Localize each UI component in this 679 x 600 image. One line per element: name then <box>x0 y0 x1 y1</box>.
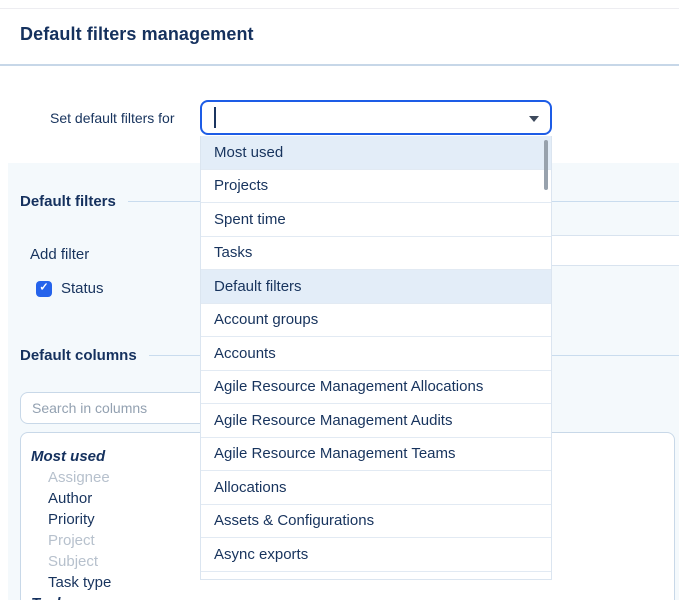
dropdown-option-projects[interactable]: Projects <box>201 170 551 204</box>
dropdown-option-agile-rm-allocations[interactable]: Agile Resource Management Allocations <box>201 371 551 405</box>
columns-group-title-tasks: Tasks <box>31 593 674 600</box>
dropdown-option-default-filters[interactable]: Default filters <box>201 270 551 304</box>
page-title: Default filters management <box>20 24 254 45</box>
text-cursor <box>214 107 216 128</box>
default-columns-heading: Default columns <box>20 347 137 364</box>
dropdown-option-async-exports[interactable]: Async exports <box>201 538 551 572</box>
chevron-down-icon[interactable] <box>529 116 539 122</box>
header-divider <box>0 64 679 66</box>
add-filter-label: Add filter <box>30 246 89 263</box>
dropdown-option-account-groups[interactable]: Account groups <box>201 304 551 338</box>
dropdown-option-most-used[interactable]: Most used <box>201 136 551 170</box>
default-filters-management-page: Default filters management Default filte… <box>0 0 679 600</box>
combobox-dropdown-list: Most used Projects Spent time Tasks Defa… <box>200 136 552 580</box>
dropdown-option-partial[interactable] <box>201 572 551 581</box>
dropdown-option-agile-rm-teams[interactable]: Agile Resource Management Teams <box>201 438 551 472</box>
default-filters-heading: Default filters <box>20 193 116 210</box>
status-checkbox-label: Status <box>61 280 104 297</box>
dropdown-option-assets-configurations[interactable]: Assets & Configurations <box>201 505 551 539</box>
top-hairline <box>0 8 679 9</box>
filter-row-status: ✓ Status <box>36 280 104 297</box>
dropdown-option-spent-time[interactable]: Spent time <box>201 203 551 237</box>
dropdown-scrollbar-thumb[interactable] <box>544 140 548 190</box>
check-icon: ✓ <box>39 283 48 294</box>
set-default-filters-combobox[interactable] <box>200 100 552 135</box>
dropdown-option-allocations[interactable]: Allocations <box>201 471 551 505</box>
status-checkbox[interactable]: ✓ <box>36 281 52 297</box>
dropdown-option-tasks[interactable]: Tasks <box>201 237 551 271</box>
dropdown-option-accounts[interactable]: Accounts <box>201 337 551 371</box>
dropdown-option-agile-rm-audits[interactable]: Agile Resource Management Audits <box>201 404 551 438</box>
set-default-filters-label: Set default filters for <box>50 110 175 126</box>
